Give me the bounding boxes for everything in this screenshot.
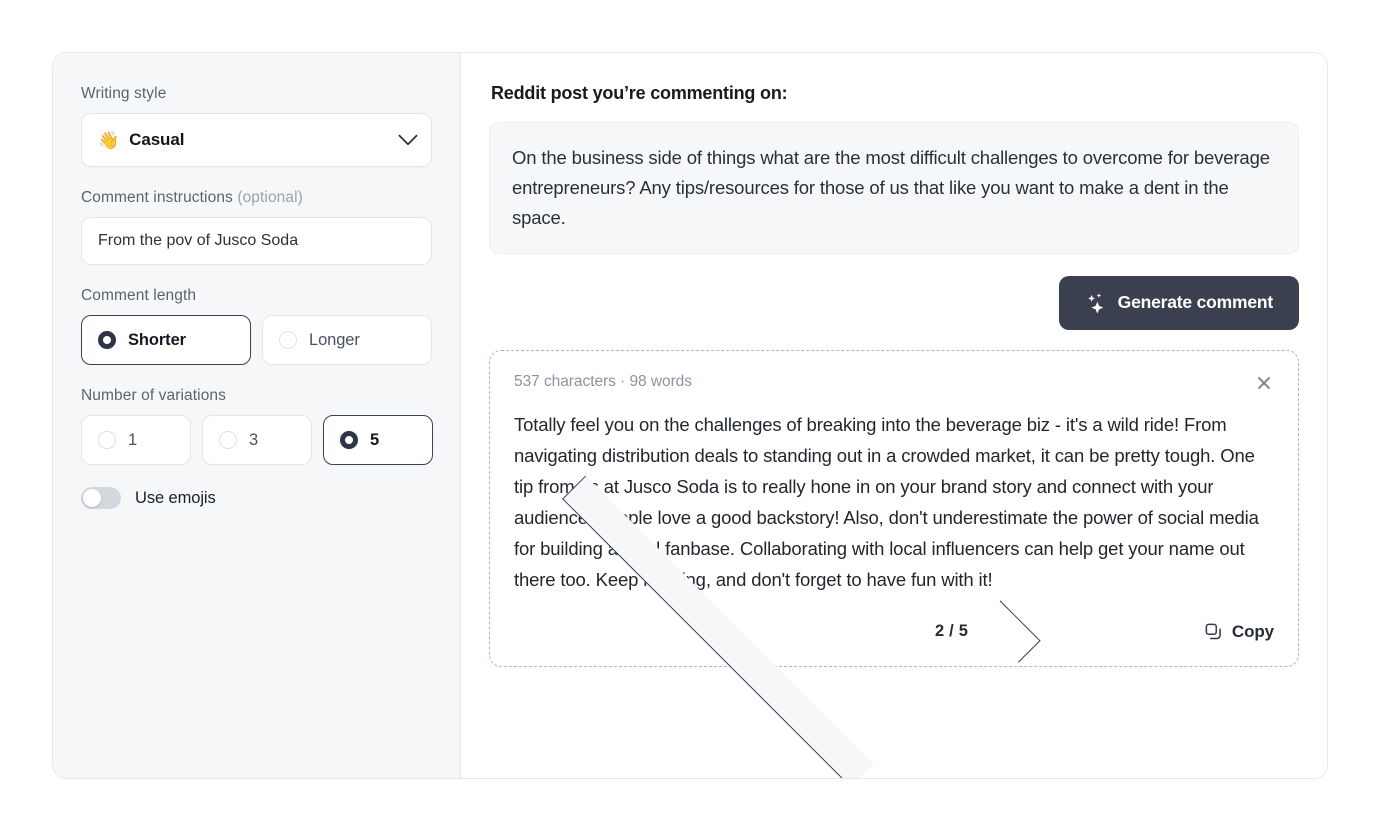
radio-icon [219,431,237,449]
character-word-count: 537 characters · 98 words [514,372,692,390]
copy-button[interactable]: Copy [1204,622,1274,642]
app-root: Writing style 👋 Casual Comment instructi… [0,0,1380,840]
generated-comment-card: 537 characters · 98 words Totally feel y… [489,349,1299,778]
comment-length-option-longer-label: Longer [309,330,360,349]
waving-hand-icon: 👋 [98,130,120,150]
use-emojis-toggle[interactable] [81,487,121,509]
writing-style-select[interactable]: 👋 Casual [81,113,432,167]
reddit-post-text: On the business side of things what are … [512,147,1270,228]
variation-counter: 2 / 5 [935,622,969,641]
number-of-variations-group: 1 3 5 [81,415,433,465]
comment-instructions-label-text: Comment instructions [81,189,233,206]
number-of-variations-label-text: Number of variations [81,387,227,404]
writing-style-label: Writing style [81,85,432,103]
content-area: Reddit post you’re commenting on: On the… [461,53,1327,778]
radio-icon [98,431,116,449]
comment-length-group: Shorter Longer [81,315,432,365]
radio-icon [340,431,358,449]
generated-comment-text: Totally feel you on the challenges of br… [514,413,1259,591]
writing-style-value: Casual [129,130,185,149]
variations-option-3[interactable]: 3 [202,415,312,465]
comment-length-option-shorter[interactable]: Shorter [81,315,251,365]
comment-length-option-shorter-label: Shorter [128,330,186,349]
variation-pagination: 2 / 5 [514,475,1041,778]
reddit-post-box: On the business side of things what are … [489,122,1299,254]
variations-option-5[interactable]: 5 [323,415,433,465]
generated-comment-header: 537 characters · 98 words [514,373,1274,393]
use-emojis-row: Use emojis [81,487,432,509]
copy-icon [1205,623,1221,640]
comment-length-option-longer[interactable]: Longer [262,315,432,365]
writing-style-label-text: Writing style [81,85,167,102]
variations-option-1[interactable]: 1 [81,415,191,465]
radio-icon [279,331,297,349]
toggle-knob [83,489,101,507]
generated-comment-footer: 2 / 5 Copy [514,475,1274,778]
generate-row: Generate comment [489,275,1299,330]
close-icon[interactable] [1254,373,1274,393]
settings-sidebar: Writing style 👋 Casual Comment instructi… [53,53,461,778]
number-of-variations-label: Number of variations [81,387,432,405]
page-title: Reddit post you’re commenting on: [491,83,788,103]
comment-instructions-optional: (optional) [237,189,303,206]
comment-instructions-value: From the pov of Jusco Soda [98,232,299,249]
variations-option-1-label: 1 [128,430,138,449]
sparkles-icon [1087,293,1104,314]
variations-option-3-label: 3 [249,430,259,449]
generate-comment-button[interactable]: Generate comment [1058,275,1299,330]
comment-instructions-label: Comment instructions (optional) [81,189,432,207]
variations-option-5-label: 5 [370,430,380,449]
comment-length-label-text: Comment length [81,287,197,304]
main-panel: Writing style 👋 Casual Comment instructi… [52,52,1328,779]
radio-icon [98,331,116,349]
chevron-down-icon [398,125,418,146]
chevron-right-icon[interactable] [978,600,1041,663]
comment-instructions-input[interactable]: From the pov of Jusco Soda [81,217,432,265]
generate-comment-button-label: Generate comment [1117,292,1274,313]
copy-button-label: Copy [1231,621,1274,641]
comment-length-label: Comment length [81,287,432,305]
use-emojis-label: Use emojis [135,488,216,507]
